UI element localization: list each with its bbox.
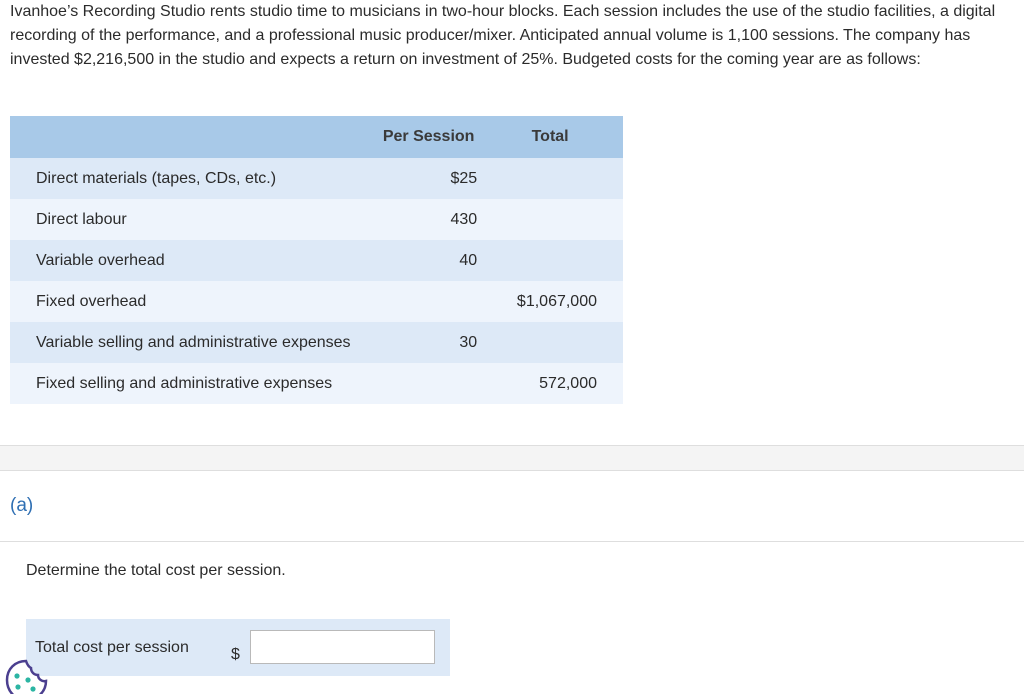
row-total xyxy=(477,158,623,199)
row-total: 572,000 xyxy=(539,374,597,392)
row-per-session xyxy=(380,363,477,404)
row-total xyxy=(477,199,623,240)
table-row: Variable selling and administrative expe… xyxy=(10,322,623,363)
section-divider xyxy=(0,445,1024,471)
row-label: Direct materials (tapes, CDs, etc.) xyxy=(36,169,277,187)
row-per-session: 430 xyxy=(450,210,478,228)
answer-label: Total cost per session xyxy=(35,639,189,656)
budgeted-costs-table: Per Session Total Direct materials (tape… xyxy=(10,116,623,404)
header-total: Total xyxy=(531,128,569,145)
row-per-session: $25 xyxy=(450,169,478,187)
row-label: Variable selling and administrative expe… xyxy=(36,333,351,351)
currency-symbol: $ xyxy=(231,646,240,663)
row-label: Direct labour xyxy=(36,210,127,228)
row-per-session: 40 xyxy=(459,251,478,269)
row-label: Variable overhead xyxy=(36,251,165,269)
row-per-session: 30 xyxy=(459,333,478,351)
table-header-row: Per Session Total xyxy=(10,116,623,158)
question-text: Determine the total cost per session. xyxy=(26,562,286,579)
table-row: Direct materials (tapes, CDs, etc.) $25 xyxy=(10,158,623,199)
table-row: Fixed overhead $1,067,000 xyxy=(10,281,623,322)
header-label xyxy=(10,116,380,158)
table-row: Variable overhead 40 xyxy=(10,240,623,281)
total-cost-per-session-input[interactable] xyxy=(250,630,435,664)
problem-intro: Ivanhoe’s Recording Studio rents studio … xyxy=(10,3,996,68)
row-label: Fixed overhead xyxy=(36,292,147,310)
part-divider xyxy=(0,541,1024,542)
row-total xyxy=(477,240,623,281)
table-row: Direct labour 430 xyxy=(10,199,623,240)
header-per-session: Per Session xyxy=(382,128,475,145)
answer-row: Total cost per session $ xyxy=(26,619,450,676)
row-per-session xyxy=(380,281,477,322)
part-label: (a) xyxy=(10,495,34,516)
table-row: Fixed selling and administrative expense… xyxy=(10,363,623,404)
row-total: $1,067,000 xyxy=(516,292,597,310)
row-label: Fixed selling and administrative expense… xyxy=(36,374,333,392)
row-total xyxy=(477,322,623,363)
cookie-icon[interactable] xyxy=(4,658,50,694)
